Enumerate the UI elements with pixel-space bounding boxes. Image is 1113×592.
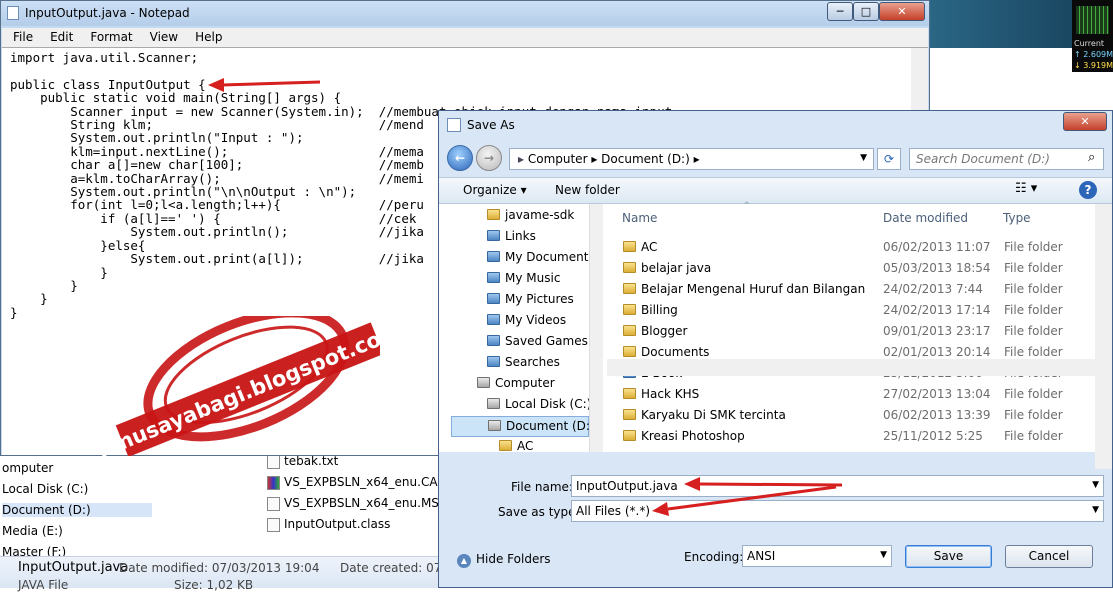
annotation-arrowhead: [684, 477, 700, 491]
annotation-arrow: [667, 485, 837, 511]
annotation-arrow: [699, 482, 843, 487]
annotation-arrowhead: [208, 78, 224, 92]
annotation-arrowhead: [652, 502, 669, 516]
annotation-arrow: [221, 80, 321, 87]
annotation-overlay: [208, 78, 843, 516]
